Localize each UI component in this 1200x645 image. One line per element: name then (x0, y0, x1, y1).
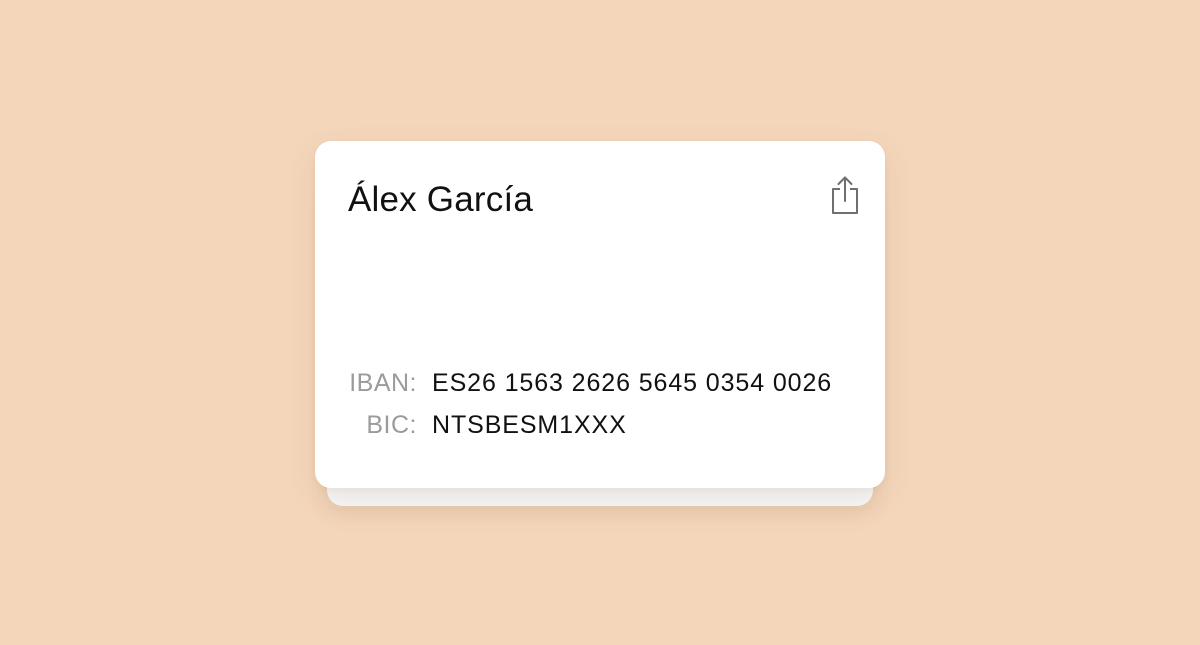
bic-row: BIC: NTSBESM1XXX (348, 411, 832, 453)
iban-value: ES26 1563 2626 5645 0354 0026 (432, 369, 833, 397)
bic-value: NTSBESM1XXX (432, 411, 627, 439)
share-button[interactable] (823, 173, 867, 221)
account-details: IBAN: ES26 1563 2626 5645 0354 0026 BIC:… (348, 369, 832, 453)
bic-label: BIC: (366, 411, 417, 439)
account-card: Álex García IBAN: ES26 1563 2626 5645 03… (315, 141, 885, 488)
iban-label: IBAN: (349, 369, 417, 397)
share-icon (829, 175, 861, 220)
account-card-stack: Álex García IBAN: ES26 1563 2626 5645 03… (315, 141, 885, 506)
account-holder-name: Álex García (348, 180, 534, 219)
iban-row: IBAN: ES26 1563 2626 5645 0354 0026 (348, 369, 832, 411)
